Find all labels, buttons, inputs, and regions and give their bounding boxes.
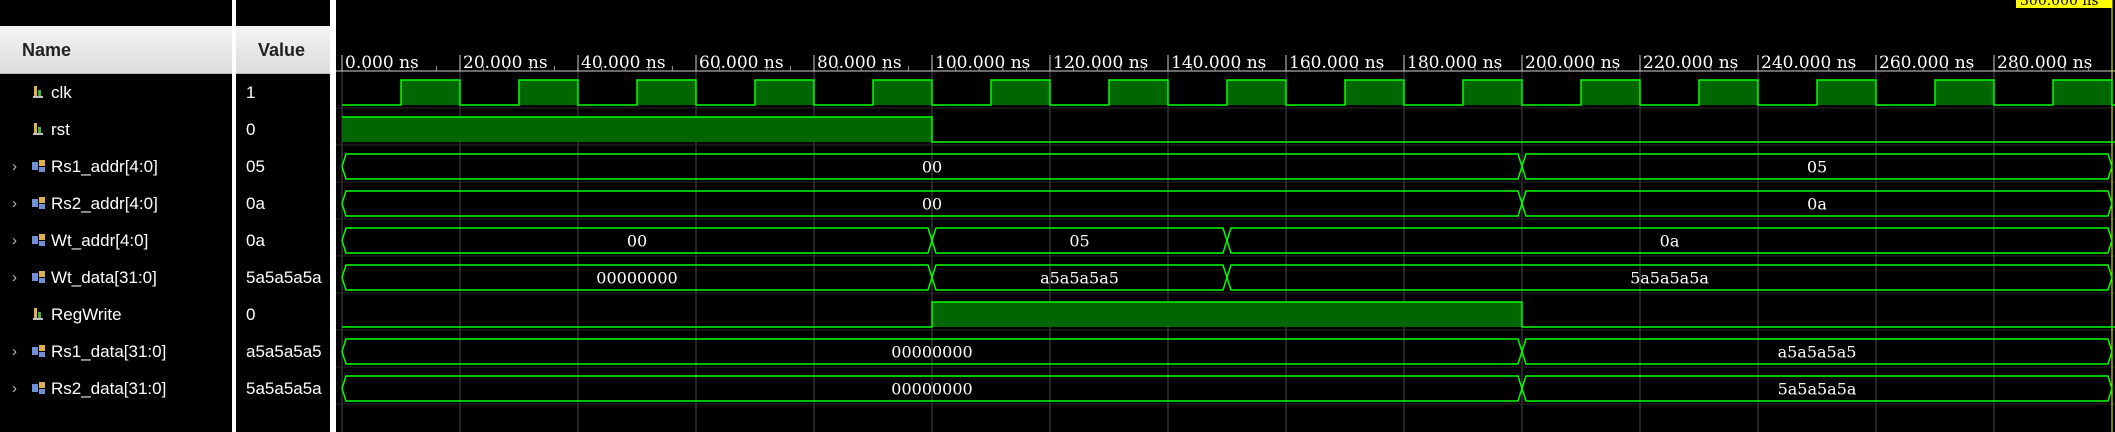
value-column-header[interactable]: Value [236, 26, 330, 74]
signal-value: 0 [246, 120, 256, 139]
high-level-fill [932, 302, 1522, 327]
signal-name: Rs2_data[31:0] [51, 379, 167, 398]
signal-row[interactable]: › Rs1_addr[4:0] [0, 148, 232, 185]
expand-chevron-icon[interactable]: › [12, 222, 17, 259]
bus-signal-icon [32, 382, 45, 394]
bus-signal-icon [32, 234, 45, 246]
signal-value: 0a [246, 231, 265, 250]
time-tick-label: 220.000 ns [1643, 53, 1738, 73]
signal-row[interactable]: › Wt_addr[4:0] [0, 222, 232, 259]
signal-value: 0 [246, 305, 256, 324]
time-tick-label: 200.000 ns [1525, 53, 1620, 73]
bit-signal-icon [33, 308, 43, 320]
high-level-fill [1463, 80, 1522, 105]
bus-value-label: 5a5a5a5a [1630, 269, 1709, 288]
time-tick-label: 240.000 ns [1761, 53, 1856, 73]
waveform-viewer[interactable]: 0.000 ns 20.000 ns 40.000 ns 60.000 ns 80.00… [336, 0, 2115, 432]
bus-value-label: 00 [627, 232, 647, 251]
signal-name: Rs1_addr[4:0] [51, 157, 158, 176]
time-tick-label: 80.000 ns [817, 53, 902, 73]
bus-value-label: a5a5a5a5 [1040, 269, 1119, 288]
cursor-time-label: 300.000 ns [2020, 0, 2099, 9]
bus-value-label: 05 [1807, 158, 1827, 177]
bit-signal-icon [33, 123, 43, 135]
signal-name: rst [51, 120, 70, 139]
bus-value-label: 5a5a5a5a [1778, 380, 1857, 399]
signal-value: a5a5a5a5 [246, 342, 322, 361]
time-tick-label: 100.000 ns [935, 53, 1030, 73]
signal-value: 5a5a5a5a [246, 379, 322, 398]
time-tick-label: 280.000 ns [1997, 53, 2092, 73]
high-level-fill [1699, 80, 1758, 105]
expand-chevron-icon[interactable]: › [12, 370, 17, 407]
time-tick-label: 40.000 ns [581, 53, 666, 73]
bus-value-label: 00000000 [891, 380, 972, 399]
signal-row[interactable]: clk [0, 74, 232, 111]
bus-value-label: 00000000 [596, 269, 677, 288]
signal-name: Rs2_addr[4:0] [51, 194, 158, 213]
bus-signal-icon [32, 345, 45, 357]
time-tick-label: 0.000 ns [345, 53, 419, 73]
bit-signal-icon [33, 86, 43, 98]
signal-row[interactable]: › Wt_data[31:0] [0, 259, 232, 296]
bus-value-label: a5a5a5a5 [1778, 343, 1857, 362]
high-level-fill [1109, 80, 1168, 105]
high-level-fill [519, 80, 578, 105]
bus-signal-icon [32, 271, 45, 283]
high-level-fill [401, 80, 460, 105]
bus-value-label: 0a [1660, 232, 1680, 251]
value-panel: Value 1 0 05 0a 0a 5a5a5a5a 0 a5a5a5a5 5a5a5a5a [236, 0, 330, 432]
bus-value-label: 00 [922, 158, 942, 177]
signal-row[interactable]: › Rs2_data[31:0] [0, 370, 232, 407]
high-level-fill [873, 80, 932, 105]
time-tick-label: 20.000 ns [463, 53, 548, 73]
high-level-fill [342, 117, 932, 142]
signal-row[interactable]: RegWrite [0, 296, 232, 333]
signal-value: 05 [246, 157, 265, 176]
signal-row[interactable]: › Rs2_addr[4:0] [0, 185, 232, 222]
bus-value-label: 05 [1069, 232, 1089, 251]
time-tick-label: 120.000 ns [1053, 53, 1148, 73]
time-tick-label: 260.000 ns [1879, 53, 1974, 73]
high-level-fill [1345, 80, 1404, 105]
expand-chevron-icon[interactable]: › [12, 185, 17, 222]
expand-chevron-icon[interactable]: › [12, 148, 17, 185]
high-level-fill [991, 80, 1050, 105]
high-level-fill [1817, 80, 1876, 105]
expand-chevron-icon[interactable]: › [12, 333, 17, 370]
name-panel: Name clk rst › Rs1_addr[4:0] › Rs2_addr[4:0] ›… [0, 0, 232, 432]
time-tick-label: 180.000 ns [1407, 53, 1502, 73]
signal-row[interactable]: rst [0, 111, 232, 148]
signal-name: RegWrite [51, 305, 122, 324]
bus-value-label: 00000000 [891, 343, 972, 362]
high-level-fill [1935, 80, 1994, 105]
time-tick-label: 60.000 ns [699, 53, 784, 73]
time-tick-label: 140.000 ns [1171, 53, 1266, 73]
expand-chevron-icon[interactable]: › [12, 259, 17, 296]
signal-value: 1 [246, 83, 256, 102]
high-level-fill [637, 80, 696, 105]
high-level-fill [1227, 80, 1286, 105]
high-level-fill [2053, 80, 2112, 105]
signal-name: clk [51, 83, 72, 102]
bus-signal-icon [32, 197, 45, 209]
bus-signal-icon [32, 160, 45, 172]
signal-value: 0a [246, 194, 265, 213]
bus-value-label: 0a [1807, 195, 1827, 214]
bus-value-label: 00 [922, 195, 942, 214]
signal-value: 5a5a5a5a [246, 268, 322, 287]
time-tick-label: 160.000 ns [1289, 53, 1384, 73]
signal-name: Wt_addr[4:0] [51, 231, 149, 250]
signal-row[interactable]: › Rs1_data[31:0] [0, 333, 232, 370]
high-level-fill [1581, 80, 1640, 105]
high-level-fill [755, 80, 814, 105]
signal-name: Rs1_data[31:0] [51, 342, 167, 361]
waveform-canvas[interactable]: 0.000 ns 20.000 ns 40.000 ns 60.000 ns 80.00… [336, 0, 2115, 432]
signal-name: Wt_data[31:0] [51, 268, 157, 287]
name-column-header[interactable]: Name [0, 26, 232, 74]
